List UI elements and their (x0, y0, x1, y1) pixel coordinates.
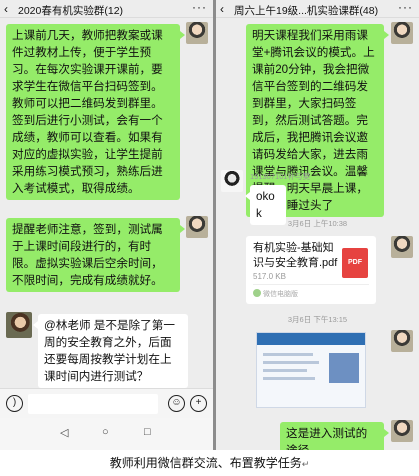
avatar[interactable] (391, 236, 413, 258)
chat-header: ‹ 周六上午19级...机实验课群(48) ··· (216, 0, 419, 18)
slide-text-line (263, 361, 319, 364)
chat-title: 周六上午19级...机实验课群(48) (234, 5, 379, 17)
sender-name: 1913071​01补与樊 (250, 172, 311, 181)
avatar[interactable] (186, 216, 208, 238)
chat-header: ‹ 2020春有机实验群(12) ··· (0, 0, 213, 18)
input-bar: ) ☺ + (0, 388, 213, 418)
avatar[interactable] (6, 312, 32, 338)
image-message[interactable] (256, 332, 366, 408)
slide-header (257, 333, 365, 345)
pdf-file-icon: PDF (342, 248, 368, 278)
avatar[interactable] (186, 22, 208, 44)
slide-text-line (263, 353, 313, 356)
plus-icon[interactable]: + (190, 395, 207, 412)
file-name: 有机实验-基础知识与安全教育.pdf (253, 242, 338, 269)
back-arrow-icon[interactable]: ‹ (4, 2, 8, 16)
more-icon[interactable]: ··· (192, 0, 207, 14)
timestamp: 3月6日 上午10:38 (287, 219, 348, 228)
divider (253, 284, 369, 285)
wechat-pc-icon (253, 289, 261, 297)
avatar[interactable] (391, 22, 413, 44)
system-nav-bar: ◁ ○ □ (0, 418, 213, 450)
message-input[interactable] (28, 394, 158, 414)
slide-text-line (263, 377, 315, 380)
file-message[interactable]: 有机实验-基础知识与安全教育.pdf 517.0 KB PDF 微信电脑版 (246, 236, 376, 304)
slide-text-line (263, 369, 307, 372)
nav-back-icon[interactable]: ◁ (60, 426, 68, 439)
avatar[interactable] (391, 420, 413, 442)
nav-home-icon[interactable]: ○ (102, 426, 109, 438)
back-arrow-icon[interactable]: ‹ (220, 2, 224, 16)
file-source: 微信电脑版 (263, 291, 298, 298)
message-bubble[interactable]: 上课前几天，教师把教案或课件过教材上传，便于学生预习。在每次实验课开课前，要求学… (6, 24, 185, 200)
return-mark: ↵ (301, 460, 310, 470)
avatar[interactable] (391, 330, 413, 352)
chat-title: 2020春有机实验群(12) (18, 5, 124, 17)
right-phone-chat: ‹ 周六上午19级...机实验课群(48) ··· 明天课程我们采用雨课堂+腾讯… (216, 0, 419, 450)
slide-image (329, 353, 359, 383)
emoji-icon[interactable]: ☺ (168, 395, 185, 412)
more-icon[interactable]: ··· (398, 0, 413, 14)
file-size: 517.0 KB (253, 272, 286, 281)
voice-icon[interactable]: ) (6, 395, 23, 412)
message-bubble[interactable]: 这是进入测试的途径 (280, 422, 389, 450)
figure-caption: 教师利用微信群交流、布置教学任务↵ (109, 456, 310, 470)
message-bubble[interactable]: 提醒老师注意，签到，测试属于上课时间段进行的，有时限。虚拟实验课后空余时间，不限… (6, 218, 185, 292)
left-phone-chat: ‹ 2020春有机实验群(12) ··· 上课前几天，教师把教案或课件过教材上传… (0, 0, 213, 450)
timestamp: 3月6日 下午13:15 (287, 315, 348, 324)
nav-recent-icon[interactable]: □ (144, 426, 151, 438)
message-bubble[interactable]: @林老师 是不是除了第一周的安全教育之外，后面还要每周按教学计划在上课时间内进行… (33, 314, 188, 388)
avatar[interactable] (221, 170, 243, 192)
screenshot-figure: ‹ 2020春有机实验群(12) ··· 上课前几天，教师把教案或课件过教材上传… (0, 0, 419, 450)
